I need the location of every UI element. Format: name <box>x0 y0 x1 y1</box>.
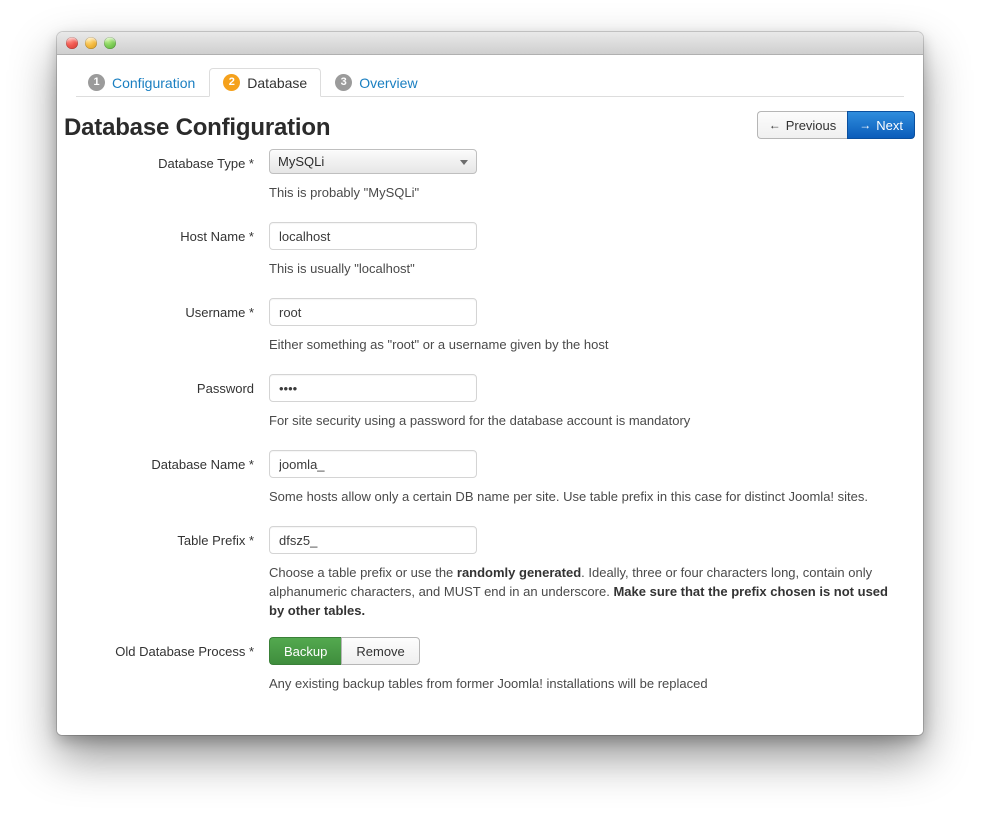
page-header: Database Configuration ← Previous → Next <box>57 97 923 149</box>
username-input[interactable] <box>269 298 477 326</box>
step-tablist: 1 Configuration 2 Database 3 Overview <box>74 68 923 97</box>
page-title: Database Configuration <box>64 114 330 142</box>
tab-overview[interactable]: 3 Overview <box>321 68 431 97</box>
arrow-right-icon: → <box>859 119 871 131</box>
field-row-database-name: Database Name * <box>64 450 902 478</box>
table-prefix-control <box>254 526 902 554</box>
host-name-input[interactable] <box>269 222 477 250</box>
old-database-process-control: Backup Remove <box>254 637 902 665</box>
zoom-window-button[interactable] <box>104 37 116 49</box>
next-button[interactable]: → Next <box>847 111 915 139</box>
old-database-process-help: Any existing backup tables from former J… <box>64 665 902 693</box>
password-label: Password <box>64 374 254 397</box>
step-badge-2: 2 <box>223 74 240 91</box>
tab-configuration[interactable]: 1 Configuration <box>74 68 209 97</box>
table-prefix-help-part1: Choose a table prefix or use the <box>269 565 457 580</box>
field-row-password: Password <box>64 374 902 402</box>
step-badge-1: 1 <box>88 74 105 91</box>
step-tabs: 1 Configuration 2 Database 3 Overview <box>57 55 923 97</box>
browser-window: 1 Configuration 2 Database 3 Overview Da… <box>57 32 923 735</box>
field-row-username: Username * <box>64 298 902 326</box>
password-help: For site security using a password for t… <box>64 402 902 430</box>
tab-database[interactable]: 2 Database <box>209 68 321 97</box>
database-type-value: MySQLi <box>278 154 324 169</box>
arrow-left-icon: ← <box>769 119 781 131</box>
host-name-help: This is usually "localhost" <box>64 250 902 278</box>
password-input[interactable] <box>269 374 477 402</box>
host-name-label: Host Name * <box>64 222 254 245</box>
database-type-select[interactable]: MySQLi <box>269 149 477 174</box>
database-type-control: MySQLi <box>254 149 902 174</box>
field-row-old-database-process: Old Database Process * Backup Remove <box>64 637 902 665</box>
window-controls <box>66 37 116 49</box>
table-prefix-help-part3: . <box>361 603 365 618</box>
database-type-help: This is probably "MySQLi" <box>64 174 902 202</box>
installer-content: 1 Configuration 2 Database 3 Overview Da… <box>57 55 923 735</box>
database-configuration-form: Database Type * MySQLi This is probably … <box>57 149 923 693</box>
tab-configuration-label: Configuration <box>112 76 195 90</box>
database-type-label: Database Type * <box>64 149 254 172</box>
database-name-help: Some hosts allow only a certain DB name … <box>64 478 902 506</box>
database-name-label: Database Name * <box>64 450 254 473</box>
host-name-control <box>254 222 902 250</box>
old-database-process-toggle: Backup Remove <box>269 637 902 665</box>
table-prefix-help: Choose a table prefix or use the randoml… <box>64 554 902 620</box>
table-prefix-input[interactable] <box>269 526 477 554</box>
table-prefix-label: Table Prefix * <box>64 526 254 549</box>
table-prefix-help-bold1: randomly generated <box>457 565 581 580</box>
password-control <box>254 374 902 402</box>
close-window-button[interactable] <box>66 37 78 49</box>
window-titlebar <box>57 32 923 55</box>
previous-button[interactable]: ← Previous <box>757 111 848 139</box>
username-help: Either something as "root" or a username… <box>64 326 902 354</box>
minimize-window-button[interactable] <box>85 37 97 49</box>
field-row-table-prefix: Table Prefix * <box>64 526 902 554</box>
backup-button[interactable]: Backup <box>269 637 341 665</box>
database-name-input[interactable] <box>269 450 477 478</box>
database-name-control <box>254 450 902 478</box>
username-control <box>254 298 902 326</box>
field-row-host-name: Host Name * <box>64 222 902 250</box>
remove-button[interactable]: Remove <box>341 637 419 665</box>
previous-button-label: Previous <box>786 119 837 132</box>
wizard-nav-buttons: ← Previous → Next <box>757 111 915 139</box>
step-badge-3: 3 <box>335 74 352 91</box>
tab-overview-label: Overview <box>359 76 417 90</box>
field-row-database-type: Database Type * MySQLi <box>64 149 902 174</box>
next-button-label: Next <box>876 119 903 132</box>
chevron-down-icon <box>460 160 468 165</box>
username-label: Username * <box>64 298 254 321</box>
old-database-process-label: Old Database Process * <box>64 637 254 660</box>
tab-database-label: Database <box>247 76 307 90</box>
